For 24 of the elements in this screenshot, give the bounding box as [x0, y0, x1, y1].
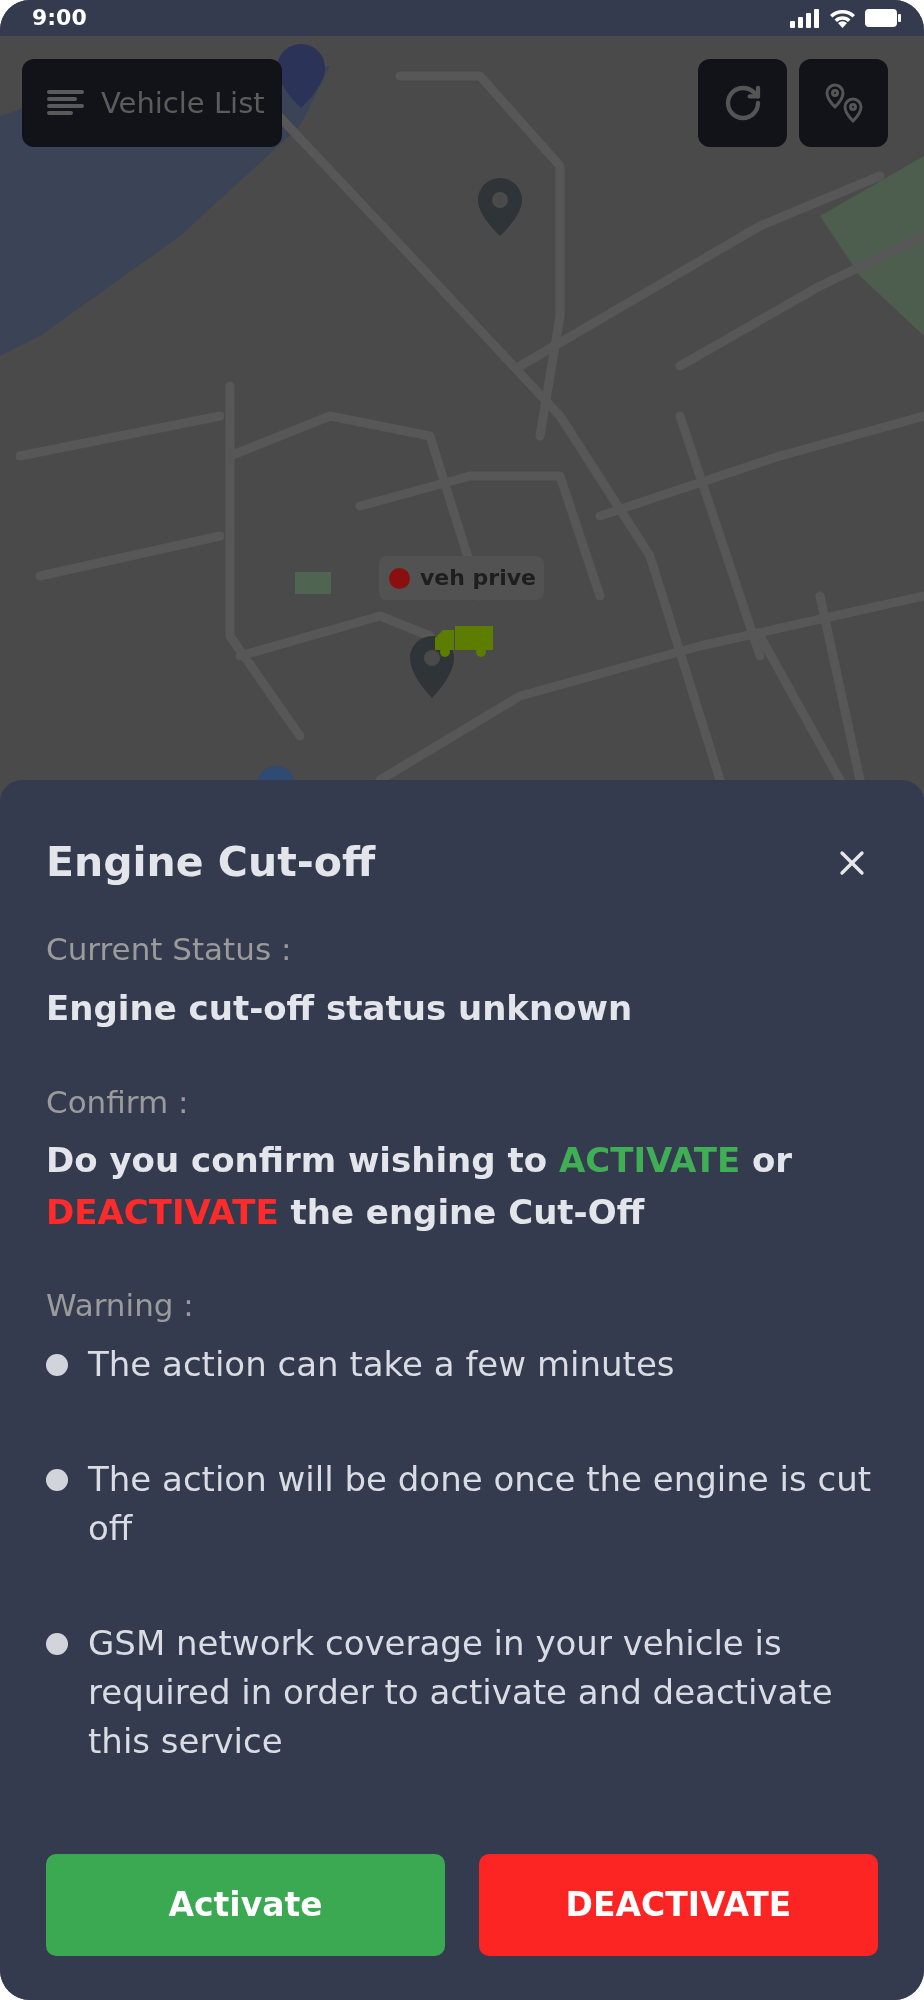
vehicle-list-button[interactable]: Vehicle List	[22, 59, 282, 147]
warning-item: GSM network coverage in your vehicle is required in order to activate and deactivate this service	[88, 1622, 834, 1763]
battery-icon	[865, 9, 901, 27]
map-pins-button[interactable]	[799, 59, 888, 147]
menu-icon	[47, 90, 84, 116]
signal-icon	[790, 8, 820, 28]
refresh-button[interactable]	[698, 59, 787, 147]
warning-item: The action can take a few minutes	[88, 1343, 675, 1386]
bullet-icon	[46, 1633, 68, 1655]
truck-icon[interactable]	[435, 626, 493, 657]
activate-button[interactable]: Activate	[46, 1854, 445, 1956]
current-status-value: Engine cut-off status unknown	[46, 987, 634, 1030]
confirm-label: Confirm :	[46, 1083, 190, 1122]
bullet-icon	[46, 1354, 68, 1376]
deactivate-button[interactable]: DEACTIVATE	[479, 1854, 878, 1956]
map-pins-icon	[824, 83, 863, 123]
confirm-question: Do you confirm wishing to ACTIVATE or DEACTIVATE the engine Cut-Off	[46, 1139, 794, 1234]
sheet-title: Engine Cut-off	[46, 837, 376, 888]
wifi-icon	[828, 8, 857, 28]
current-status-label: Current Status :	[46, 930, 293, 969]
status-time: 9:00	[32, 7, 87, 29]
bullet-icon	[46, 1469, 68, 1491]
warning-label: Warning :	[46, 1286, 195, 1325]
warning-item: The action will be done once the engine is cut off	[88, 1458, 873, 1550]
